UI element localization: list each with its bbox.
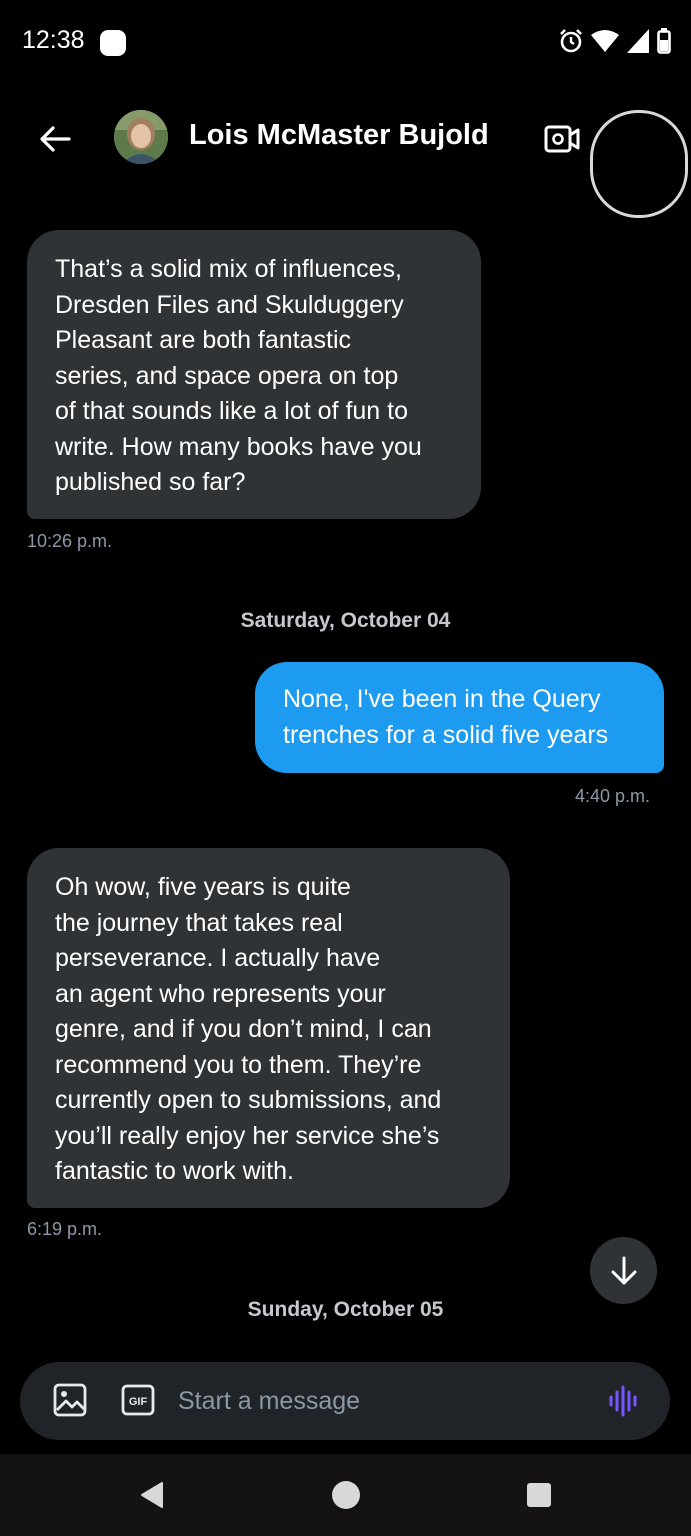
- svg-text:GIF: GIF: [129, 1396, 148, 1408]
- nav-recents-button[interactable]: [526, 1482, 552, 1513]
- triangle-back-icon: [141, 1482, 163, 1508]
- message-composer: GIF: [20, 1362, 670, 1440]
- nav-home-button[interactable]: [331, 1480, 361, 1515]
- voice-waveform-icon: [609, 1385, 637, 1417]
- video-call-button[interactable]: [541, 118, 583, 160]
- nav-back-button[interactable]: [138, 1480, 166, 1515]
- message-text: None, I've been in the Query trenches fo…: [283, 685, 609, 749]
- voice-message-button[interactable]: [608, 1384, 640, 1423]
- circle-home-icon: [332, 1481, 360, 1509]
- gif-button[interactable]: GIF: [121, 1384, 155, 1421]
- square-recents-icon: [527, 1483, 551, 1507]
- notification-icon: [100, 30, 126, 56]
- video-call-icon: [544, 125, 580, 153]
- system-navigation-bar: [0, 1454, 691, 1536]
- avatar[interactable]: [114, 110, 168, 164]
- arrow-down-icon: [611, 1256, 636, 1284]
- message-timestamp: 4:40 p.m.: [575, 786, 651, 806]
- status-icons: [559, 28, 671, 54]
- contact-name[interactable]: Lois McMaster Bujold: [189, 119, 489, 152]
- battery-icon: [657, 28, 671, 54]
- gif-icon: GIF: [121, 1384, 155, 1416]
- signal-icon: [627, 29, 649, 53]
- add-photo-button[interactable]: [53, 1383, 87, 1422]
- floating-overlay-content: [601, 117, 685, 213]
- message-timestamp: 10:26 p.m.: [27, 531, 113, 551]
- message-bubble-incoming[interactable]: Oh wow, five years is quite the journey …: [27, 848, 510, 1208]
- arrow-left-icon: [40, 126, 71, 152]
- message-timestamp: 6:19 p.m.: [27, 1219, 103, 1239]
- message-text: That’s a solid mix of influences, Dresde…: [55, 255, 422, 496]
- alarm-icon: [560, 29, 582, 53]
- status-time: 12:38: [22, 26, 85, 54]
- message-bubble-incoming[interactable]: That’s a solid mix of influences, Dresde…: [27, 230, 481, 519]
- status-bar: 12:38: [0, 0, 691, 88]
- dm-screen: 12:38 Lois McMaster Bujold That’s a soli…: [0, 0, 691, 1536]
- date-separator: Sunday, October 05: [247, 1298, 444, 1321]
- conversation-header: Lois McMaster Bujold: [0, 96, 691, 186]
- date-separator: Saturday, October 04: [240, 609, 451, 632]
- avatar-photo: [114, 110, 168, 164]
- scroll-to-bottom-button[interactable]: [590, 1237, 657, 1304]
- image-icon: [53, 1383, 87, 1417]
- floating-overlay-bubble[interactable]: [590, 110, 688, 218]
- back-button[interactable]: [30, 114, 80, 164]
- message-bubble-outgoing[interactable]: None, I've been in the Query trenches fo…: [255, 662, 664, 773]
- message-text: Oh wow, five years is quite the journey …: [55, 873, 442, 1185]
- wifi-icon: [591, 30, 619, 52]
- message-input[interactable]: [178, 1380, 578, 1422]
